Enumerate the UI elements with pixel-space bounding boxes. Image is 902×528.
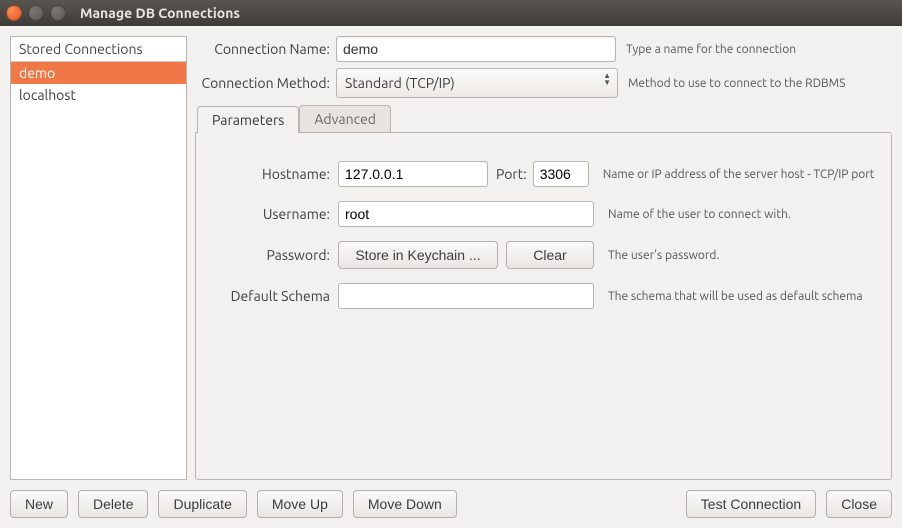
port-label: Port: [496,166,527,182]
duplicate-button[interactable]: Duplicate [158,490,246,518]
hostname-hint: Name or IP address of the server host - … [603,168,875,181]
username-hint: Name of the user to connect with. [608,208,791,221]
hostname-label: Hostname: [210,166,338,182]
move-down-button[interactable]: Move Down [353,490,457,518]
dropdown-spinner-icon: ▲▼ [603,72,611,86]
password-hint: The user's password. [608,249,719,262]
connection-method-value: Standard (TCP/IP) [345,75,455,91]
window-close-button[interactable] [6,5,22,21]
username-label: Username: [210,206,338,222]
port-input[interactable] [533,161,589,187]
titlebar: Manage DB Connections [0,0,902,26]
username-input[interactable] [338,201,594,227]
close-button[interactable]: Close [826,490,892,518]
test-connection-button[interactable]: Test Connection [686,490,816,518]
default-schema-label: Default Schema [210,288,338,304]
window-maximize-button[interactable] [50,5,66,21]
window-title: Manage DB Connections [80,5,240,21]
default-schema-input[interactable] [338,283,594,309]
connection-name-label: Connection Name: [195,41,336,57]
clear-password-button[interactable]: Clear [506,241,594,269]
window-minimize-button[interactable] [28,5,44,21]
connection-method-select[interactable]: Standard (TCP/IP) ▲▼ [336,68,618,98]
tabstrip: Parameters Advanced [197,104,892,132]
tab-parameters[interactable]: Parameters [197,106,299,133]
new-button[interactable]: New [10,490,68,518]
connection-item-demo[interactable]: demo [11,62,186,84]
connection-method-hint: Method to use to connect to the RDBMS [628,77,892,90]
hostname-input[interactable] [338,161,488,187]
connection-method-label: Connection Method: [195,75,336,91]
parameters-panel: Hostname: Port: Name or IP address of th… [195,132,892,480]
default-schema-hint: The schema that will be used as default … [608,290,863,303]
stored-connections-list[interactable]: Stored Connections demo localhost [10,36,187,480]
stored-connections-header: Stored Connections [11,37,186,62]
password-label: Password: [210,247,338,263]
connection-item-localhost[interactable]: localhost [11,84,186,106]
connection-name-hint: Type a name for the connection [626,43,892,56]
connection-name-input[interactable] [336,36,616,62]
store-keychain-button[interactable]: Store in Keychain ... [338,241,498,269]
footer-toolbar: New Delete Duplicate Move Up Move Down T… [10,480,892,518]
delete-button[interactable]: Delete [78,490,148,518]
tab-advanced[interactable]: Advanced [299,105,391,132]
move-up-button[interactable]: Move Up [257,490,343,518]
